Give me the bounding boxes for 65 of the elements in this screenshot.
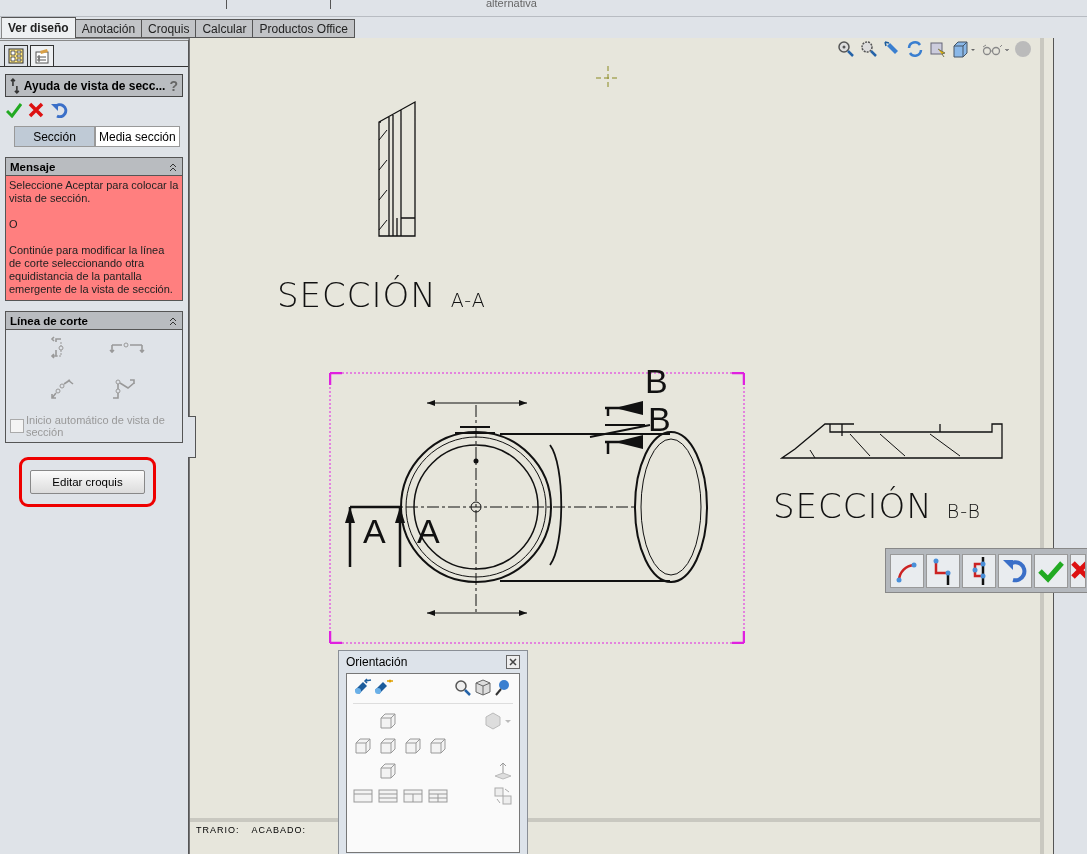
title-block-label: TRARIO: [195,824,241,837]
arc-cut-icon[interactable] [890,554,924,588]
property-manager-icon[interactable] [34,48,50,64]
undo-icon[interactable] [50,102,68,118]
zoom-area-icon[interactable] [860,40,878,58]
view-label-suffix: B-B [946,500,981,522]
section-heading: Línea de corte [10,314,88,327]
caption-text: alternativa [486,0,537,9]
title-block-label: ACABADO: [250,824,308,837]
ribbon-tab[interactable]: Anotación [75,19,143,38]
display-style-icon[interactable] [952,40,976,58]
new-view-icon[interactable] [373,678,393,696]
link-views-icon[interactable] [493,786,513,806]
message-text: Seleccione Aceptar para colocar la vista de sección. [9,179,179,205]
normal-to-icon[interactable] [493,761,513,781]
section-view-icon [10,77,20,94]
viewport-icon[interactable] [403,788,423,804]
cube-dropdown-icon[interactable] [483,711,513,731]
ok-icon[interactable] [1034,554,1068,588]
feature-tree-icon[interactable] [8,48,24,64]
mode-toggle[interactable]: Media sección [95,126,180,147]
collapse-icon[interactable] [168,315,178,326]
section-letter: A [417,514,440,548]
checkbox-label: Inicio automático de vista de sección [26,414,166,438]
section-tool-icon[interactable] [929,40,947,58]
section-heading: Mensaje [10,160,56,173]
ribbon-tab[interactable]: Ver diseño [1,17,76,38]
mode-toggle[interactable]: Sección [14,126,95,147]
rotate-icon[interactable] [906,40,924,58]
close-icon[interactable] [506,655,520,669]
camera-view-icon[interactable] [353,678,373,696]
viewport-icon[interactable] [353,788,373,804]
section-letter: A [363,514,386,548]
panel-collapse-handle[interactable] [188,416,196,458]
message-text: Continúe para modificar la línea de corte seleccionando otra equidistancia de la pantalla emergente de la vista de sección. [9,244,174,296]
cube-icon[interactable] [473,678,493,696]
offset-cut-icon[interactable] [926,554,960,588]
view-cube-icon[interactable] [403,736,423,756]
viewport-icon[interactable] [428,788,448,804]
ok-icon[interactable] [6,102,22,118]
view-cube-icon[interactable] [378,736,398,756]
ribbon-tab[interactable]: Calcular [196,19,254,38]
edit-sketch-button[interactable]: Editar croquis [30,470,145,494]
view-cube-icon[interactable] [378,711,398,731]
collapse-icon[interactable] [168,161,178,172]
message-text: O [9,218,19,231]
panel-title: Ayuda de vista de secc... [23,78,166,93]
section-letter: B [645,364,668,398]
cancel-icon[interactable] [1070,554,1086,588]
view-label: SECCIÓN [773,486,933,526]
zoom-icon[interactable] [453,678,473,696]
viewport-icon[interactable] [378,788,398,804]
view-cube-icon[interactable] [353,736,373,756]
zoom-to-fit-icon[interactable] [837,40,855,58]
view-label-suffix: A-A [450,289,486,311]
window-title: Orientación [346,655,408,669]
step-cut-icon[interactable] [962,554,996,588]
view-cube-icon[interactable] [428,736,448,756]
ribbon-tab[interactable]: Productos Office [253,19,355,38]
view-label: SECCIÓN [277,275,437,315]
section-letter: B [648,402,671,436]
ribbon-tab[interactable]: Croquis [142,19,197,38]
undo-icon[interactable] [998,554,1032,588]
cancel-icon[interactable] [28,102,44,118]
view-cube-icon[interactable] [378,761,398,781]
